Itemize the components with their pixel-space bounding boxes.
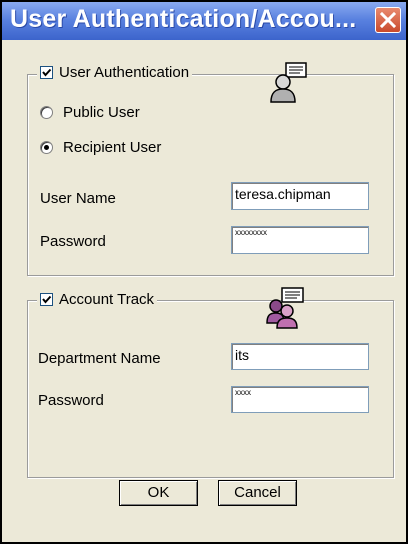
group-users-icon: [266, 287, 304, 329]
public-user-radio[interactable]: [40, 106, 53, 119]
user-authentication-checkbox[interactable]: [40, 66, 53, 79]
account-password-input[interactable]: xxxx: [231, 386, 369, 413]
title-bar[interactable]: User Authentication/Accou...: [2, 2, 406, 40]
public-user-radio-row[interactable]: Public User: [40, 104, 140, 121]
public-user-label: Public User: [63, 104, 140, 121]
password-input[interactable]: xxxxxxxx: [231, 226, 369, 254]
checkmark-icon: [42, 68, 52, 77]
cancel-button[interactable]: Cancel: [218, 480, 297, 506]
account-track-legend: Account Track: [37, 291, 158, 308]
window-title: User Authentication/Accou...: [10, 5, 357, 33]
user-icon: [270, 62, 307, 103]
dialog-body: User Authentication Public User Recipien…: [2, 40, 406, 542]
account-track-label: Account Track: [59, 291, 155, 308]
dialog-window: User Authentication/Accou... User Authen…: [0, 0, 408, 544]
user-authentication-legend: User Authentication: [37, 64, 193, 81]
close-icon: [379, 11, 397, 29]
user-name-label: User Name: [40, 190, 116, 207]
department-name-label: Department Name: [38, 350, 161, 367]
account-password-label: Password: [38, 392, 104, 409]
recipient-user-radio[interactable]: [40, 141, 53, 154]
close-button[interactable]: [375, 7, 401, 33]
password-label: Password: [40, 233, 106, 250]
user-name-input[interactable]: teresa.chipman: [231, 182, 369, 210]
ok-button[interactable]: OK: [119, 480, 198, 506]
checkmark-icon: [42, 295, 52, 304]
user-authentication-label: User Authentication: [59, 64, 190, 81]
recipient-user-label: Recipient User: [63, 139, 162, 156]
recipient-user-radio-row[interactable]: Recipient User: [40, 139, 161, 156]
department-name-input[interactable]: its: [231, 343, 369, 370]
account-track-checkbox[interactable]: [40, 293, 53, 306]
